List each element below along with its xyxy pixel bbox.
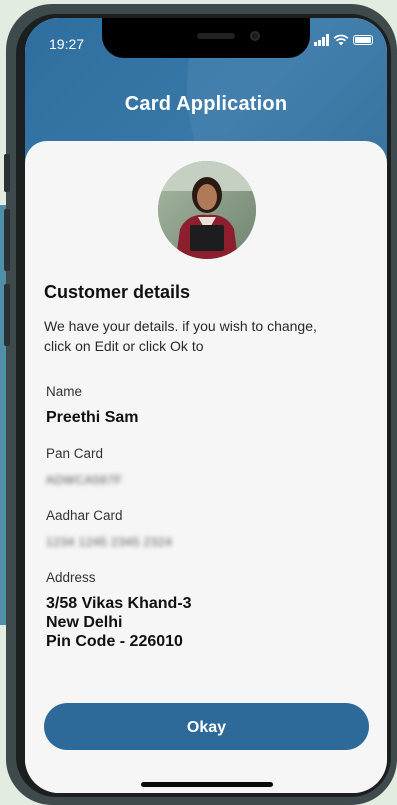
address-line-2: New Delhi <box>46 614 123 631</box>
volume-up-button <box>4 209 10 271</box>
address-line-3: Pin Code - 226010 <box>46 633 183 650</box>
phone-notch <box>102 18 310 58</box>
wifi-icon <box>333 34 349 46</box>
section-description: We have your details. if you wish to cha… <box>44 318 317 354</box>
front-camera <box>250 31 260 41</box>
section-title: Customer details <box>44 282 191 302</box>
volume-down-button <box>4 284 10 346</box>
okay-button[interactable]: Okay <box>44 703 369 750</box>
mute-switch <box>4 154 10 192</box>
home-indicator[interactable] <box>141 782 273 787</box>
pan-card-label: Pan Card <box>46 446 104 461</box>
status-icons <box>314 34 373 46</box>
name-value: Preethi Sam <box>46 409 139 426</box>
app-screen: 19:27 Card Application Customer details … <box>25 18 387 793</box>
avatar <box>158 161 256 259</box>
speaker-grille <box>197 33 235 39</box>
signal-icon <box>314 34 329 46</box>
address-label: Address <box>46 570 96 585</box>
name-label: Name <box>46 384 83 399</box>
pan-card-value: ADWCA567F <box>46 473 123 487</box>
status-time: 19:27 <box>49 36 85 52</box>
page-title: Card Application <box>124 93 288 115</box>
aadhar-card-label: Aadhar Card <box>46 508 123 523</box>
battery-icon <box>353 35 373 45</box>
aadhar-card-value: 1234 1245 2345 2324 <box>46 535 173 549</box>
address-line-1: 3/58 Vikas Khand-3 <box>46 595 192 612</box>
